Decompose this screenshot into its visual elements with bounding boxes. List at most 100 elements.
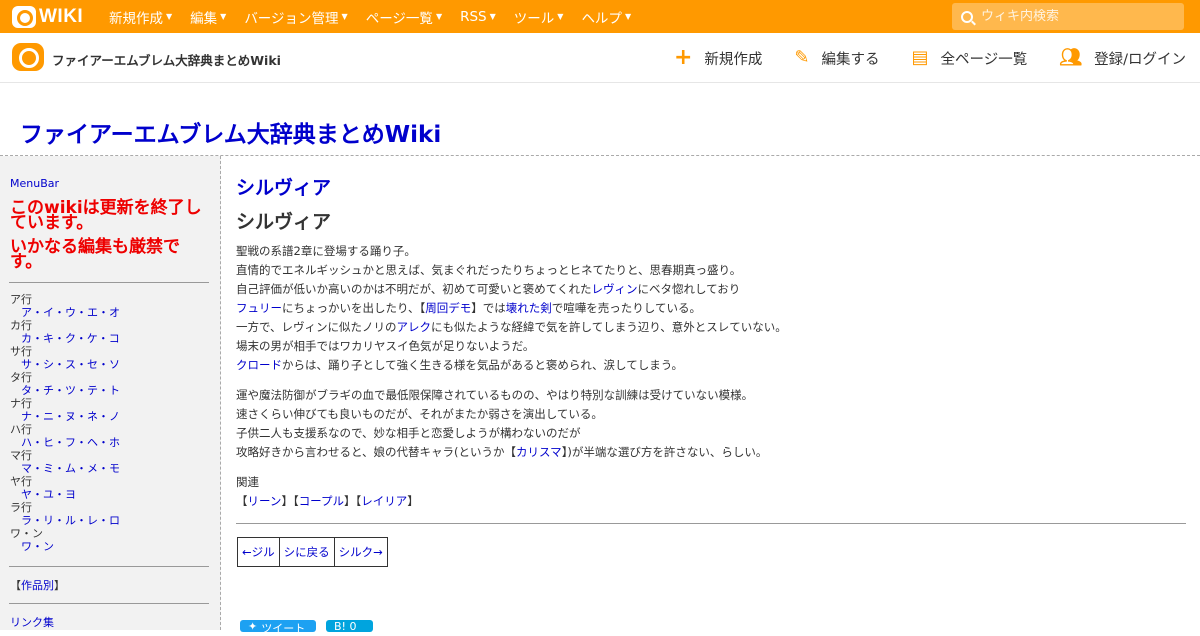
all-pages-label: 全ページ一覧 xyxy=(940,51,1028,68)
menu-pages-label: ページ一覧 xyxy=(365,10,433,27)
text-span: にも似たような経緯で気を許してしまう辺り、意外とスレていない。 xyxy=(431,320,787,334)
levin-link[interactable]: レヴィン xyxy=(591,282,637,296)
kana-group-ma: マ行 xyxy=(10,449,32,462)
text-span: 攻略好きから言わせると、娘の代替キャラ(というか【 xyxy=(236,445,517,459)
menu-edit-label: 編集 xyxy=(190,10,218,27)
kana-link-na[interactable]: ナ・ニ・ヌ・ネ・ノ xyxy=(10,410,120,423)
site-name[interactable]: ファイアーエムブレム大辞典まとめWiki xyxy=(52,50,281,69)
caret-down-icon: ▼ xyxy=(435,12,443,21)
page-title[interactable]: ファイアーエムブレム大辞典まとめWiki xyxy=(20,115,441,149)
charisma-link[interactable]: カリスマ xyxy=(516,445,562,459)
by-title-item: 【作品別】 xyxy=(10,577,65,593)
menu-version-label: バージョン管理 xyxy=(244,10,339,27)
menu-rss[interactable]: RSS ▼ xyxy=(460,9,496,25)
twitter-icon: ✦ xyxy=(248,620,258,633)
text-line: 運や魔法防御がブラギの血で最低限保障されているものの、やはり特別な訓練は受けてい… xyxy=(236,388,754,402)
bracket-close: 】 xyxy=(281,494,293,508)
bracket-close: 】 xyxy=(407,494,419,508)
kana-group-ha: ハ行 xyxy=(10,423,32,436)
prev-page-link[interactable]: ←ジル xyxy=(242,545,275,559)
sidebar-divider xyxy=(9,603,209,604)
text-span: にベタ惚れしており xyxy=(637,282,741,296)
search-input[interactable] xyxy=(981,9,1171,24)
leen-link[interactable]: リーン xyxy=(248,494,282,508)
kana-group-wa: ワ・ン xyxy=(10,527,43,540)
article-heading: シルヴィア xyxy=(236,211,332,233)
document-icon: ▤ xyxy=(911,47,929,68)
search-icon[interactable] xyxy=(961,10,973,23)
tweet-label: ツイート xyxy=(261,622,306,635)
new-page-button[interactable]: + 新規作成 xyxy=(674,47,762,69)
kana-link-ya[interactable]: ヤ・ユ・ヨ xyxy=(10,488,120,501)
kana-link-ma[interactable]: マ・ミ・ム・メ・モ xyxy=(10,462,120,475)
atwiki-logo[interactable]: WIKI xyxy=(12,6,83,28)
kana-index: ア行 ア・イ・ウ・エ・オ カ行 カ・キ・ク・ケ・コ サ行 サ・シ・ス・セ・ソ タ… xyxy=(10,293,120,553)
menubar-link[interactable]: MenuBar xyxy=(10,177,59,190)
end-of-updates-warning: このwikiは更新を終了しています。 xyxy=(10,198,202,233)
site-logo-icon[interactable] xyxy=(12,43,44,71)
claud-link[interactable]: クロード xyxy=(236,358,282,372)
kana-link-wa[interactable]: ワ・ン xyxy=(10,540,120,553)
login-button[interactable]: 👥︎ 登録/ログイン xyxy=(1059,48,1186,69)
links-collection-link[interactable]: リンク集 xyxy=(10,614,54,630)
content-divider xyxy=(236,523,1186,524)
page-nav-table: ←ジル シに戻る シルク→ xyxy=(237,537,388,567)
text-line: 直情的でエネルギッシュかと思えば、気まぐれだったりちょっとヒネてたりと、思春期真… xyxy=(236,263,742,277)
main-content: シルヴィア シルヴィア 聖戦の系譜2章に登場する踊り子。 直情的でエネルギッシュ… xyxy=(236,173,1186,511)
kana-link-sa[interactable]: サ・シ・ス・セ・ソ xyxy=(10,358,120,371)
broken-sword-link[interactable]: 壊れた剣 xyxy=(506,301,552,315)
menu-new[interactable]: 新規作成 ▼ xyxy=(109,7,172,27)
menu-tools-label: ツール xyxy=(513,10,555,27)
lene-link[interactable]: レイリア xyxy=(361,494,407,508)
hatena-bookmark-button[interactable]: B! 0 xyxy=(326,620,373,633)
edit-label: 編集する xyxy=(821,51,880,68)
kana-link-ta[interactable]: タ・チ・ツ・テ・ト xyxy=(10,384,120,397)
text-span: 自己評価が低いか高いのかは不明だが、初めて可愛いと褒めてくれた xyxy=(236,282,592,296)
text-line: 自己評価が低いか高いのかは不明だが、初めて可愛いと褒めてくれたレヴィンにベタ惚れ… xyxy=(236,280,1186,299)
kana-group-sa: サ行 xyxy=(10,345,32,358)
text-span: 一方で、レヴィンに似たノリの xyxy=(236,320,397,334)
related-links: 【リーン】【コープル】【レイリア】 xyxy=(236,492,1186,511)
menu-tools[interactable]: ツール ▼ xyxy=(514,7,564,27)
top-menu: 新規作成 ▼ 編集 ▼ バージョン管理 ▼ ページ一覧 ▼ RSS ▼ ツール ▼ ヘルプ ▼ xyxy=(109,0,649,33)
caret-down-icon: ▼ xyxy=(557,12,564,21)
coirpre-link[interactable]: コープル xyxy=(299,494,344,508)
sidebar-divider xyxy=(9,566,209,567)
kana-link-ka[interactable]: カ・キ・ク・ケ・コ xyxy=(10,332,120,345)
menu-version[interactable]: バージョン管理 ▼ xyxy=(244,7,347,27)
logo-text: WIKI xyxy=(39,6,84,27)
all-pages-button[interactable]: ▤ 全ページ一覧 xyxy=(912,48,1028,69)
new-page-label: 新規作成 xyxy=(704,51,763,68)
loop-demo-link[interactable]: 周回デモ xyxy=(425,301,471,315)
caret-down-icon: ▼ xyxy=(489,12,496,21)
paragraph-1: 聖戦の系譜2章に登場する踊り子。 直情的でエネルギッシュかと思えば、気まぐれだっ… xyxy=(236,242,1186,375)
alec-link[interactable]: アレク xyxy=(397,320,432,334)
related-label: 関連 xyxy=(236,475,259,489)
next-page-link[interactable]: シルク→ xyxy=(339,545,383,559)
text-line: 聖戦の系譜2章に登場する踊り子。 xyxy=(236,244,416,258)
menu-edit[interactable]: 編集 ▼ xyxy=(190,7,226,27)
fury-link[interactable]: フュリー xyxy=(236,301,282,315)
caret-down-icon: ▼ xyxy=(341,12,348,21)
text-span: にちょっかいを出したり、【 xyxy=(282,301,426,315)
login-label: 登録/ログイン xyxy=(1094,51,1186,68)
page-name-link[interactable]: シルヴィア xyxy=(236,177,331,199)
kana-group-ra: ラ行 xyxy=(10,501,32,514)
menu-pages[interactable]: ページ一覧 ▼ xyxy=(366,7,442,27)
tweet-button[interactable]: ✦ ツイート xyxy=(240,620,316,635)
no-edit-warning: いかなる編集も厳禁です。 xyxy=(10,237,180,272)
next-cell: シルク→ xyxy=(333,537,388,567)
text-line: 速さくらい伸びても良いものだが、それがまたか弱さを演出している。 xyxy=(236,407,603,421)
by-title-link[interactable]: 作品別 xyxy=(21,579,54,592)
menu-help[interactable]: ヘルプ ▼ xyxy=(581,7,631,27)
index-page-link[interactable]: シに戻る xyxy=(284,545,330,559)
caret-down-icon: ▼ xyxy=(166,12,173,21)
edit-button[interactable]: ✎ 編集する xyxy=(794,48,879,69)
kana-group-ya: ヤ行 xyxy=(10,475,32,488)
kana-group-ta: タ行 xyxy=(10,371,32,384)
kana-link-ha[interactable]: ハ・ヒ・フ・ヘ・ホ xyxy=(10,436,120,449)
kana-link-a[interactable]: ア・イ・ウ・エ・オ xyxy=(10,306,120,319)
text-line: フュリーにちょっかいを出したり、【周回デモ】では壊れた剣で喧嘩を売ったりしている… xyxy=(236,299,1186,318)
text-line: 場末の男が相手ではワカリヤスイ色気が足りないようだ。 xyxy=(236,339,535,353)
kana-link-ra[interactable]: ラ・リ・ル・レ・ロ xyxy=(10,514,120,527)
